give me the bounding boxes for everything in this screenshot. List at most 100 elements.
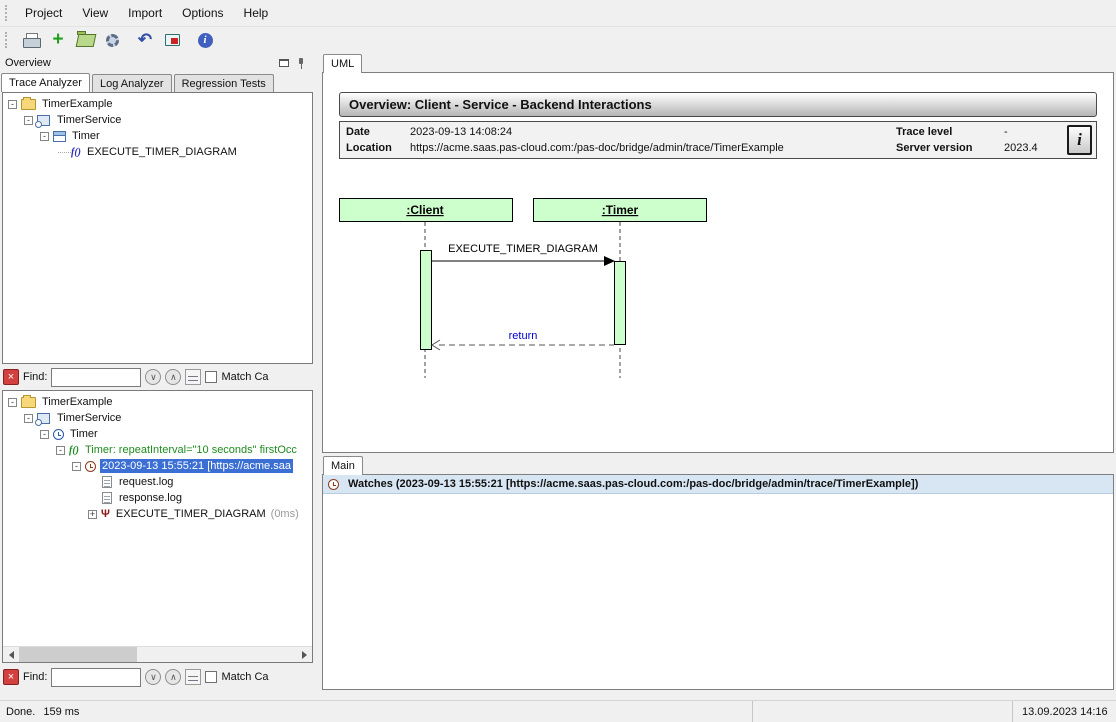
- record-button[interactable]: [161, 29, 183, 51]
- folder-icon: [21, 397, 36, 408]
- window-icon: [53, 131, 66, 142]
- open-button[interactable]: [74, 29, 96, 51]
- collapse-icon[interactable]: [40, 132, 49, 141]
- match-case-checkbox[interactable]: [205, 371, 217, 383]
- info-icon: [198, 33, 213, 48]
- scroll-left-button[interactable]: [3, 647, 19, 662]
- scrollbar-thumb[interactable]: [19, 647, 137, 662]
- timer-activation-bar[interactable]: [615, 262, 626, 345]
- tree-label[interactable]: EXECUTE_TIMER_DIAGRAM: [114, 507, 268, 521]
- collapse-icon[interactable]: [8, 398, 17, 407]
- tree-row-response-log[interactable]: response.log: [6, 490, 312, 506]
- trace-info-box: Date 2023-09-13 14:08:24 Trace level - L…: [339, 121, 1097, 159]
- find-input[interactable]: [51, 368, 141, 387]
- diagram-info-button[interactable]: i: [1067, 125, 1092, 155]
- trace-level-label: Trace level: [896, 126, 1004, 138]
- tree-label[interactable]: Timer: repeatInterval="10 seconds" first…: [83, 443, 299, 457]
- collapse-icon[interactable]: [24, 414, 33, 423]
- tree-label[interactable]: EXECUTE_TIMER_DIAGRAM: [85, 145, 239, 159]
- menubar-grip[interactable]: [5, 5, 10, 21]
- tab-regression-tests[interactable]: Regression Tests: [174, 74, 274, 92]
- find-label: Find:: [23, 371, 47, 383]
- call-arrowhead-icon: [604, 256, 615, 266]
- tab-uml[interactable]: UML: [323, 54, 362, 73]
- tree-row-timer-interval[interactable]: Timer: repeatInterval="10 seconds" first…: [6, 442, 312, 458]
- highlight-all-button[interactable]: [185, 669, 201, 685]
- add-button[interactable]: [47, 29, 69, 51]
- tree-label[interactable]: response.log: [117, 491, 184, 505]
- clock-icon: [53, 429, 64, 440]
- overview-panel-header: Overview: [0, 53, 315, 72]
- undo-button[interactable]: [134, 29, 156, 51]
- menu-item-options[interactable]: Options: [172, 2, 233, 24]
- tree-row-timer-example[interactable]: TimerExample: [6, 96, 312, 112]
- location-value: https://acme.saas.pas-cloud.com:/pas-doc…: [410, 142, 896, 154]
- tab-main[interactable]: Main: [323, 456, 363, 475]
- tree-label[interactable]: 2023-09-13 15:55:21 [https://acme.saa: [100, 459, 293, 473]
- uml-tab-bar: UML: [322, 53, 1114, 72]
- find-next-button[interactable]: ∨: [145, 369, 161, 385]
- menu-item-help[interactable]: Help: [234, 2, 279, 24]
- collapse-icon[interactable]: [56, 446, 65, 455]
- print-button[interactable]: [20, 29, 42, 51]
- tree-row-timer-example[interactable]: TimerExample: [6, 394, 312, 410]
- tree-row-timer-service[interactable]: TimerService: [6, 112, 312, 128]
- menu-item-view[interactable]: View: [72, 2, 118, 24]
- server-version-label: Server version: [896, 142, 1004, 154]
- monitor-record-icon: [165, 34, 180, 46]
- find-next-button[interactable]: ∨: [145, 669, 161, 685]
- collapse-icon[interactable]: [24, 116, 33, 125]
- tree-label[interactable]: TimerService: [55, 411, 123, 425]
- tree-label[interactable]: TimerExample: [40, 395, 115, 409]
- tree-row-execute-timer-diagram[interactable]: EXECUTE_TIMER_DIAGRAM (0ms): [6, 506, 312, 522]
- tree-label[interactable]: Timer: [70, 129, 102, 143]
- tree-label[interactable]: TimerExample: [40, 97, 115, 111]
- tree-label[interactable]: Timer: [68, 427, 100, 441]
- tab-trace-analyzer[interactable]: Trace Analyzer: [1, 73, 90, 92]
- tree-row-trace-timestamp[interactable]: 2023-09-13 15:55:21 [https://acme.saa: [6, 458, 312, 474]
- find-input[interactable]: [51, 668, 141, 687]
- uml-panel: UML Overview: Client - Service - Backend…: [322, 53, 1114, 698]
- service-icon: [37, 413, 50, 424]
- float-window-icon[interactable]: [279, 59, 289, 67]
- menu-item-project[interactable]: Project: [15, 2, 72, 24]
- client-activation-bar[interactable]: [421, 251, 432, 350]
- collapse-icon[interactable]: [40, 430, 49, 439]
- arrow-left-icon: [9, 651, 14, 659]
- tree-row-timer-service[interactable]: TimerService: [6, 410, 312, 426]
- tree-label[interactable]: TimerService: [55, 113, 123, 127]
- open-folder-icon: [77, 34, 94, 46]
- find-prev-button[interactable]: ∧: [165, 369, 181, 385]
- undo-icon: [138, 33, 152, 48]
- tree-row-timer[interactable]: Timer: [6, 128, 312, 144]
- collapse-icon[interactable]: [72, 462, 81, 471]
- tree-label[interactable]: request.log: [117, 475, 175, 489]
- horizontal-scrollbar[interactable]: [3, 646, 312, 662]
- tab-log-analyzer[interactable]: Log Analyzer: [92, 74, 172, 92]
- trace-fork-icon: [101, 508, 110, 520]
- close-find-button[interactable]: [3, 669, 19, 685]
- settings-button[interactable]: [101, 29, 123, 51]
- tree-connector: [58, 152, 71, 153]
- collapse-icon[interactable]: [8, 100, 17, 109]
- tree-row-timer[interactable]: Timer: [6, 426, 312, 442]
- tree-row-execute-timer-diagram[interactable]: EXECUTE_TIMER_DIAGRAM: [6, 144, 312, 160]
- match-case-checkbox[interactable]: [205, 671, 217, 683]
- service-icon: [37, 115, 50, 126]
- analyzer-tabs: Trace Analyzer Log Analyzer Regression T…: [0, 72, 315, 92]
- find-prev-button[interactable]: ∧: [165, 669, 181, 685]
- menu-item-import[interactable]: Import: [118, 2, 172, 24]
- print-icon: [23, 33, 40, 47]
- tree-row-request-log[interactable]: request.log: [6, 474, 312, 490]
- return-arrowhead-icon: [432, 340, 440, 350]
- highlight-all-button[interactable]: [185, 369, 201, 385]
- expand-icon[interactable]: [88, 510, 97, 519]
- pin-icon[interactable]: [297, 57, 306, 69]
- date-label: Date: [346, 126, 410, 138]
- panel-splitter[interactable]: [315, 53, 322, 698]
- toolbar-grip[interactable]: [5, 32, 10, 48]
- info-button[interactable]: [194, 29, 216, 51]
- watches-panel: Watches (2023-09-13 15:55:21 [https://ac…: [322, 474, 1114, 690]
- close-find-button[interactable]: [3, 369, 19, 385]
- scroll-right-button[interactable]: [296, 647, 312, 662]
